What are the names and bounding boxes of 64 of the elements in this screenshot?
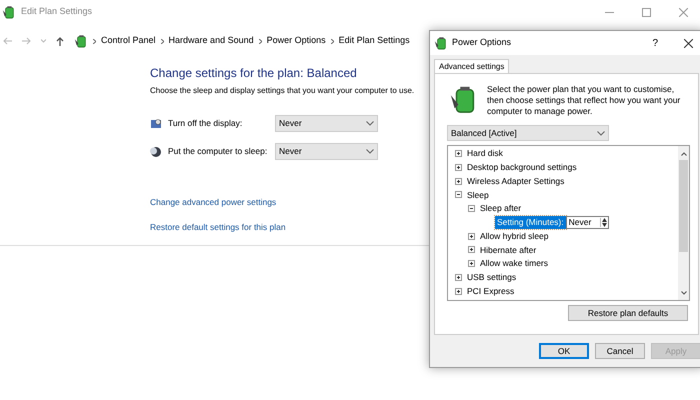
power-settings-link[interactable]: Restore default settings for this plan xyxy=(150,220,286,234)
minutes-spinner[interactable]: Never xyxy=(566,216,609,229)
page-description: Choose the sleep and display settings that you want your computer to use. xyxy=(150,86,414,96)
page-heading: Change settings for the plan: Balanced xyxy=(150,65,358,82)
chevron-right-icon xyxy=(330,38,334,44)
collapse-icon[interactable] xyxy=(468,205,475,212)
monitor-clock-icon xyxy=(150,118,162,130)
expand-icon[interactable] xyxy=(455,288,462,295)
expand-icon[interactable] xyxy=(455,178,462,185)
power-settings-link[interactable]: Change advanced power settings xyxy=(150,196,276,209)
tree-item[interactable]: Wireless Adapter Settings xyxy=(467,174,564,188)
expand-icon[interactable] xyxy=(468,246,475,254)
expand-icon[interactable] xyxy=(455,274,462,281)
chevron-down-icon xyxy=(597,130,605,136)
tree-item[interactable]: Sleep after xyxy=(480,202,522,215)
breadcrumb-item[interactable]: Hardware and Sound xyxy=(168,34,254,48)
tree-item[interactable]: Allow wake timers xyxy=(480,257,548,270)
battery-plug-icon xyxy=(74,34,88,48)
plan-dropdown[interactable]: Balanced [Active] xyxy=(447,125,609,141)
setting-dropdown[interactable]: Never xyxy=(275,143,378,160)
setting-label: Put the computer to sleep: xyxy=(168,145,268,158)
breadcrumb-item[interactable]: Edit Plan Settings xyxy=(338,34,410,48)
expand-icon[interactable] xyxy=(468,260,475,268)
setting-dropdown[interactable]: Never xyxy=(275,115,378,132)
up-arrow-icon[interactable] xyxy=(602,218,607,222)
battery-plug-icon xyxy=(2,5,16,19)
close-icon[interactable] xyxy=(684,38,693,48)
battery-plug-icon xyxy=(434,36,448,50)
tree-item[interactable]: USB settings xyxy=(467,270,516,284)
window-title: Edit Plan Settings xyxy=(21,5,92,18)
collapse-icon[interactable] xyxy=(455,191,462,198)
maximize-icon[interactable] xyxy=(642,8,651,16)
tree-item[interactable]: Desktop background settings xyxy=(467,161,577,174)
expand-icon[interactable] xyxy=(455,150,462,158)
expand-icon[interactable] xyxy=(455,164,462,172)
tree-item[interactable]: PCI Express xyxy=(467,284,514,298)
breadcrumb-item[interactable]: Power Options xyxy=(266,34,326,48)
setting-label: Turn off the display: xyxy=(168,117,244,130)
scroll-down-icon[interactable] xyxy=(680,291,686,295)
chevron-right-icon xyxy=(93,38,96,44)
moon-icon xyxy=(150,146,162,158)
expand-icon[interactable] xyxy=(468,232,475,240)
tree-item[interactable]: Hard disk xyxy=(467,147,503,160)
intro-text: Select the power plan that you want to customise, then choose settings that reflect how you want your computer to manage power. xyxy=(487,84,682,117)
help-button[interactable]: ? xyxy=(652,36,658,50)
setting-label[interactable]: Setting (Minutes): xyxy=(495,216,566,229)
tree-item[interactable]: Hibernate after xyxy=(480,244,536,256)
tab[interactable]: Advanced settings xyxy=(434,59,510,73)
scroll-up-icon[interactable] xyxy=(680,152,686,156)
scrollbar-thumb[interactable] xyxy=(679,160,688,252)
chevron-right-icon xyxy=(160,38,164,44)
chevron-right-icon xyxy=(258,38,262,44)
chevron-down-icon xyxy=(366,149,374,154)
dialog-title: Power Options xyxy=(452,36,512,50)
up-arrow-icon[interactable] xyxy=(56,36,64,46)
down-arrow-icon[interactable] xyxy=(602,222,607,227)
tree-item[interactable]: Sleep xyxy=(467,188,489,202)
tree-item[interactable]: Allow hybrid sleep xyxy=(480,230,549,243)
dialog-button[interactable]: Cancel xyxy=(595,343,645,359)
chevron-down-icon xyxy=(366,121,374,126)
restore-defaults-button[interactable]: Restore plan defaults xyxy=(568,305,688,321)
dialog-button[interactable]: OK xyxy=(539,343,589,359)
scrollbar[interactable] xyxy=(678,146,689,300)
breadcrumb-item[interactable]: Control Panel xyxy=(101,34,156,48)
